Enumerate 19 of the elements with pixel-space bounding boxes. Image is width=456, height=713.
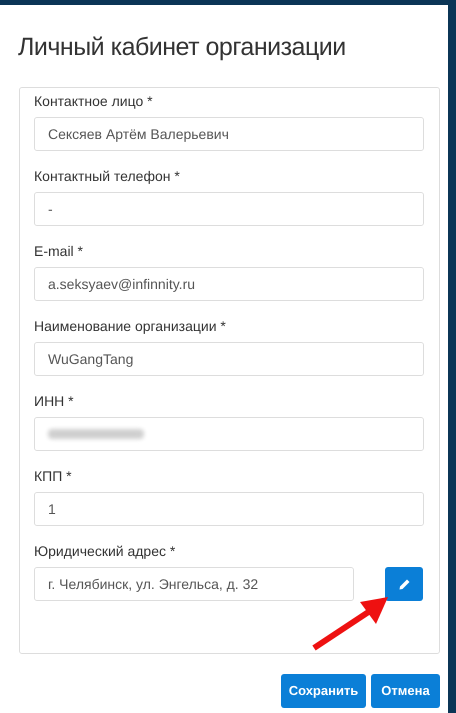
input-field[interactable]: 1 (34, 492, 424, 526)
input-field[interactable]: г. Челябинск, ул. Энгельса, д. 32 (34, 567, 354, 601)
field-label: Контактный телефон * (34, 167, 181, 186)
pencil-icon (398, 578, 410, 590)
field-label: КПП * (34, 467, 73, 486)
field-label: ИНН * (34, 392, 75, 411)
edit-button[interactable] (385, 567, 423, 601)
input-field[interactable]: - (34, 192, 424, 226)
field-label: Юридический адрес * (34, 542, 176, 561)
cancel-button[interactable]: Отмена (371, 674, 440, 708)
input-field[interactable]: a.seksyaev@infinnity.ru (34, 267, 424, 301)
field-label: Наименование организации * (34, 317, 227, 336)
input-field[interactable]: WuGangTang (34, 342, 424, 376)
field-label: Контактное лицо * (34, 92, 154, 111)
save-button[interactable]: Сохранить (281, 674, 366, 708)
field-label: E-mail * (34, 242, 84, 261)
dialog-title: Личный кабинет организации (18, 32, 346, 63)
input-field[interactable] (34, 417, 424, 451)
input-field[interactable]: Сексяев Артём Валерьевич (34, 117, 424, 151)
